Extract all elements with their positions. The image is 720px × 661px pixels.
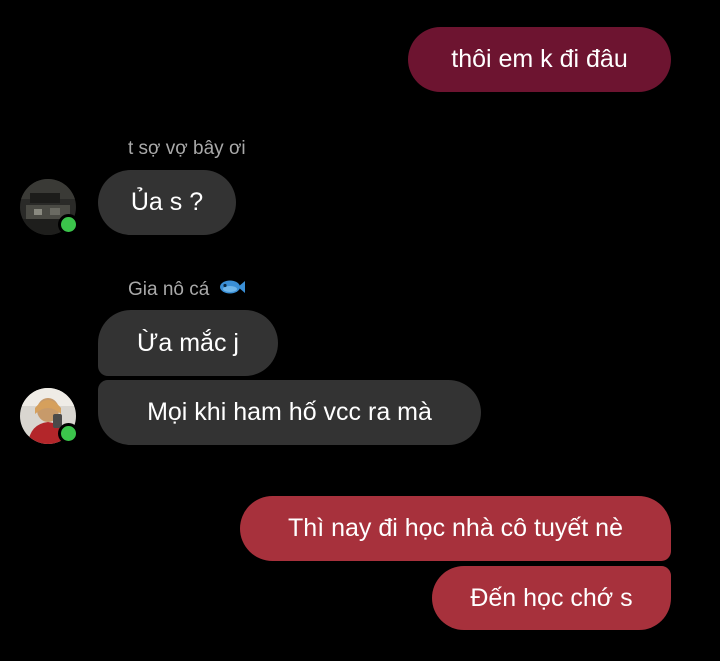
sender-name: t sợ vợ bây ơi	[128, 138, 246, 159]
avatar[interactable]	[20, 179, 79, 235]
outgoing-message-bubble[interactable]: thôi em k đi đâu	[408, 27, 671, 92]
message-text: thôi em k đi đâu	[451, 45, 628, 73]
message-text: Ừa mắc j	[137, 328, 239, 357]
incoming-message-bubble[interactable]: Ủa s ?	[98, 170, 236, 235]
outgoing-message-bubble[interactable]: Thì nay đi học nhà cô tuyết nè	[240, 496, 671, 561]
message-text: Đến học chớ s	[470, 583, 633, 612]
avatar[interactable]	[20, 388, 79, 444]
incoming-message-bubble[interactable]: Ừa mắc j	[98, 310, 278, 376]
incoming-message-bubble[interactable]: Mọi khi ham hố vcc ra mà	[98, 380, 481, 445]
online-status-dot	[58, 214, 79, 235]
sender-name-row: Gia nô cá	[128, 279, 245, 301]
message-text: Mọi khi ham hố vcc ra mà	[147, 398, 432, 426]
online-status-dot	[58, 423, 79, 444]
message-text: Thì nay đi học nhà cô tuyết nè	[288, 514, 623, 542]
message-text: Ủa s ?	[130, 188, 204, 216]
outgoing-message-bubble[interactable]: Đến học chớ s	[432, 566, 671, 630]
fish-icon	[219, 279, 245, 301]
sender-name: Gia nô cá	[128, 279, 210, 301]
